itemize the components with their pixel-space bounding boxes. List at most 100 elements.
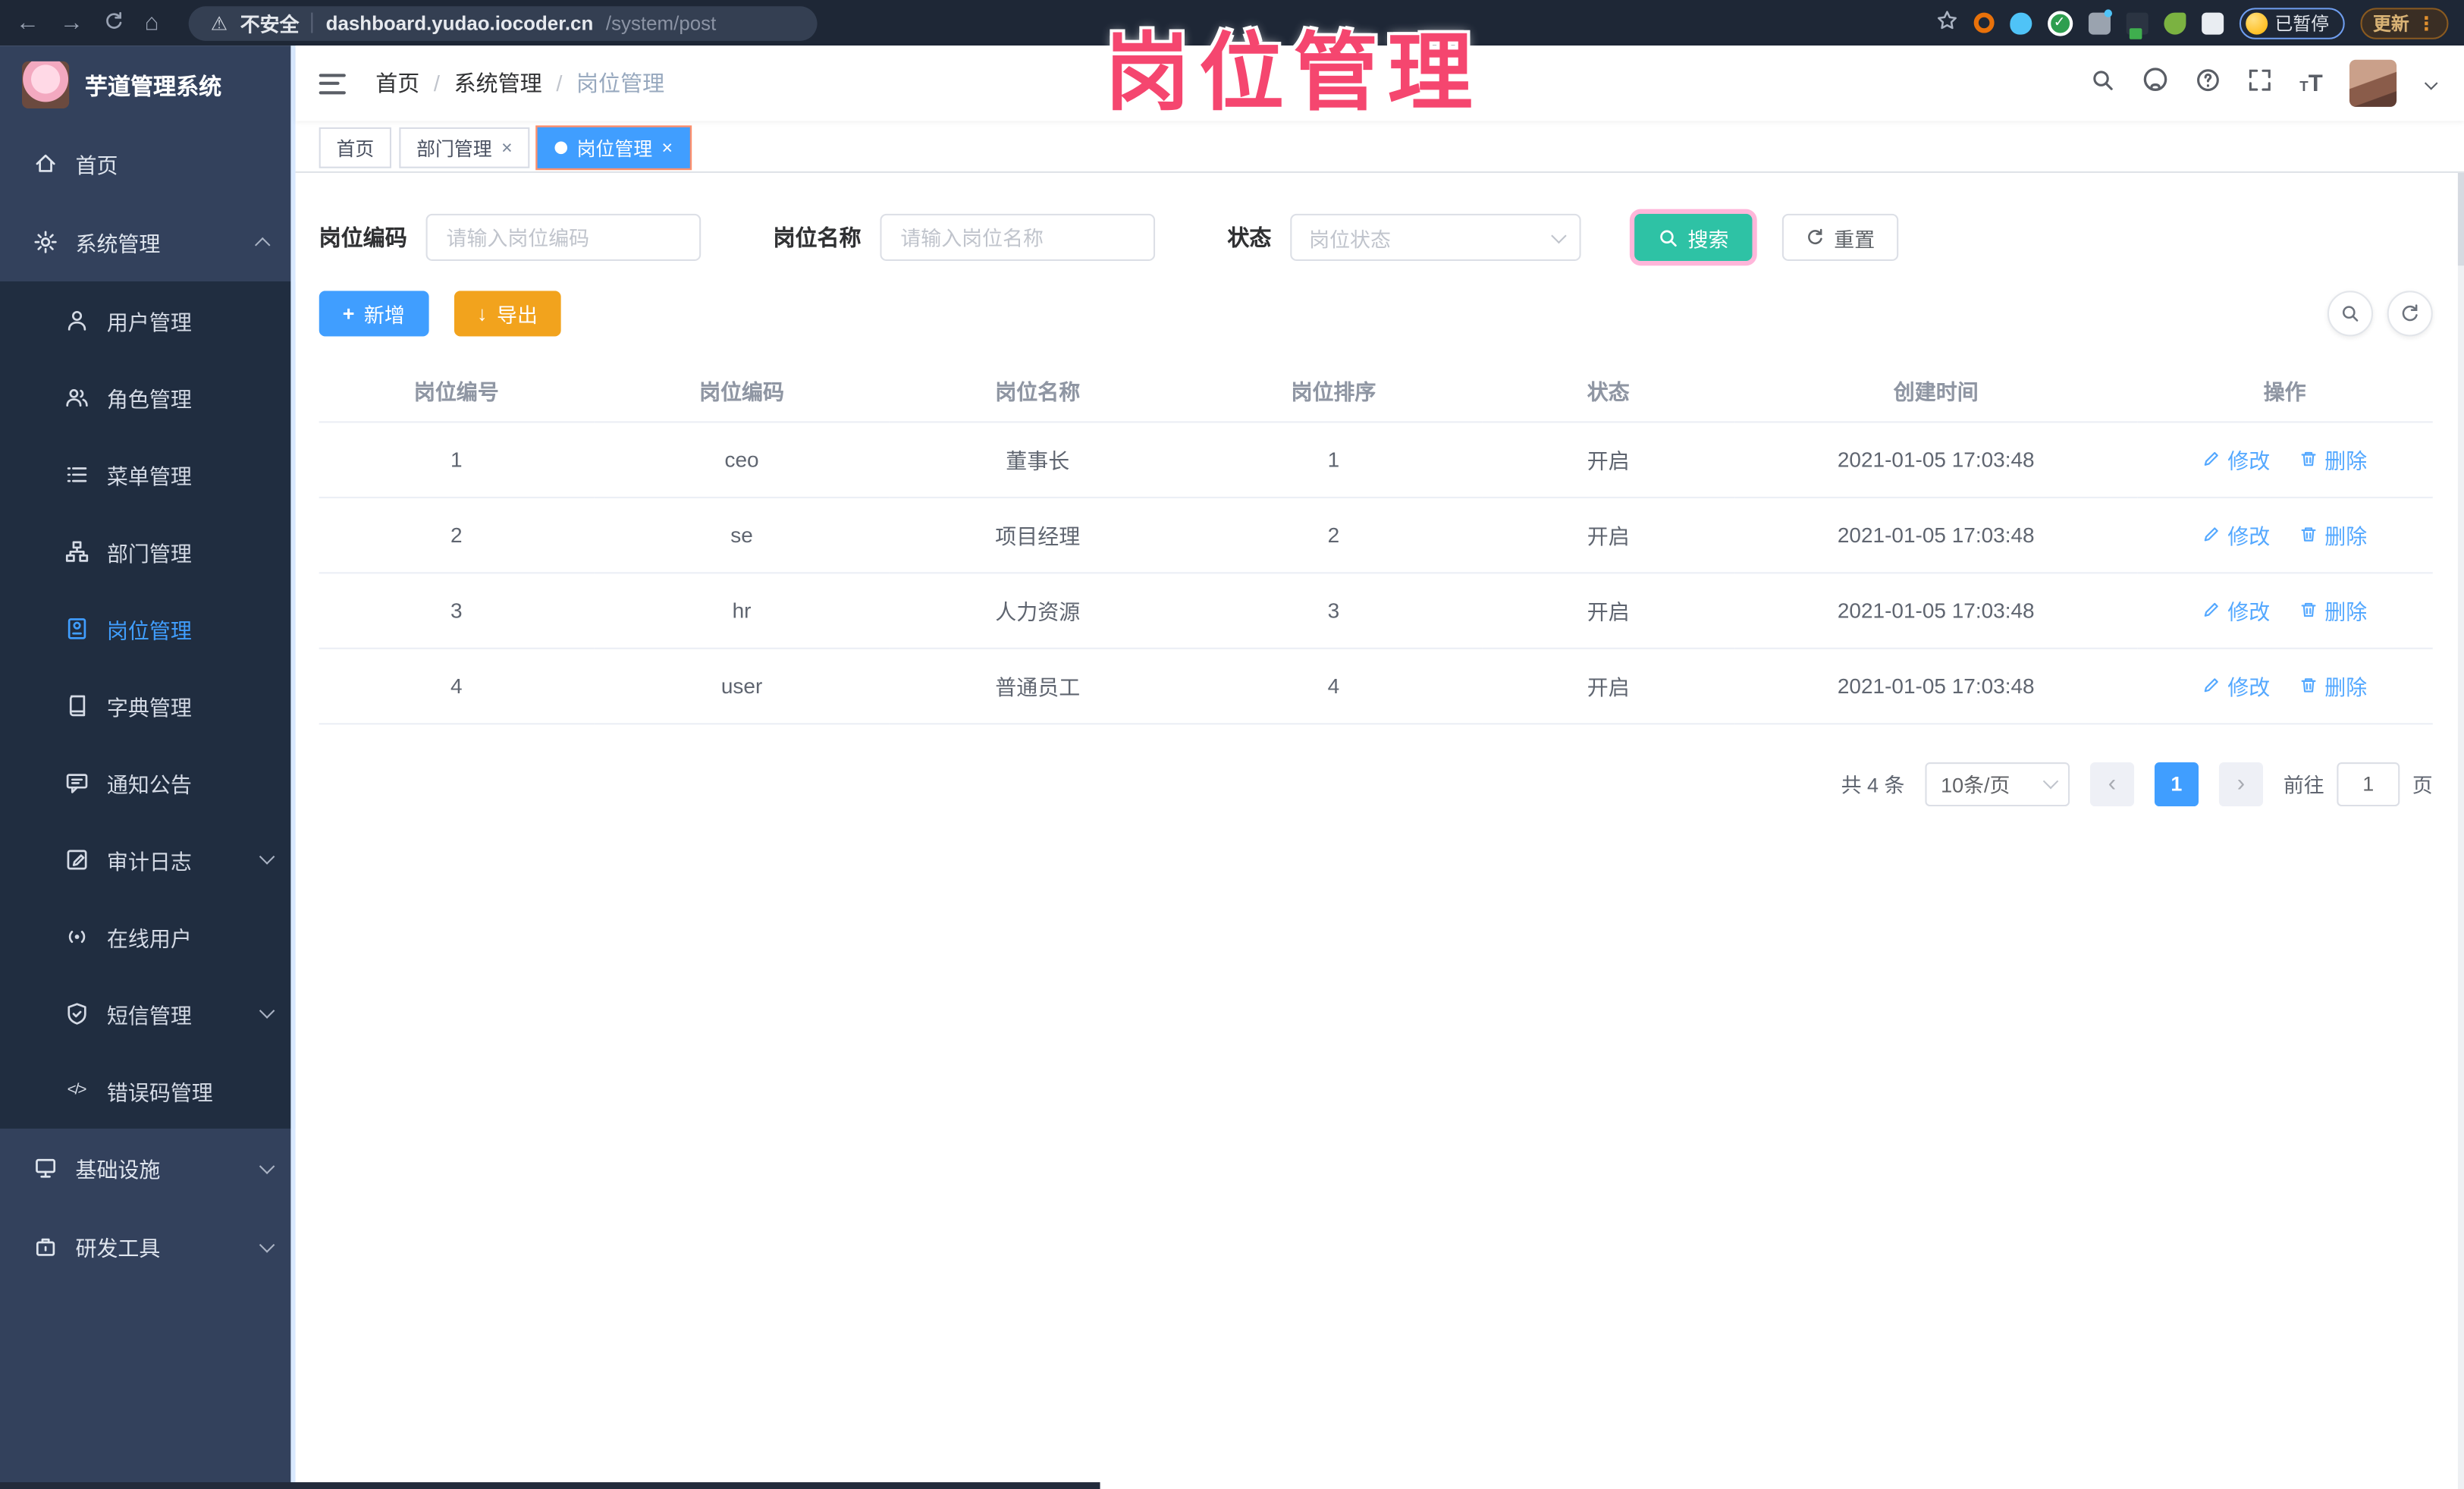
edit-link[interactable]: 修改 <box>2202 594 2270 625</box>
refresh-button[interactable] <box>2387 291 2433 337</box>
next-page-button[interactable]: › <box>2218 761 2263 806</box>
tab-posts[interactable]: 岗位管理 × <box>537 127 690 168</box>
browser-home-icon[interactable]: ⌂ <box>145 11 159 35</box>
extension-paused-badge[interactable]: 已暂停 <box>2238 7 2345 39</box>
page-unit-label: 页 <box>2412 773 2433 797</box>
cell-name: 人力资源 <box>890 572 1186 649</box>
filter-form: 岗位编码 岗位名称 状态 岗位状态 搜索 <box>319 213 2433 261</box>
chevron-down-icon <box>259 1236 275 1252</box>
page-scrollbar[interactable] <box>2457 46 2464 1489</box>
address-bar[interactable]: ⚠ 不安全 dashboard.yudao.iocoder.cn/system/… <box>188 5 818 40</box>
sidebar-toggle-icon[interactable] <box>319 73 346 94</box>
table-toolbar: + 新增 ↓ 导出 <box>319 291 2433 337</box>
app-logo-image <box>22 61 70 108</box>
help-icon[interactable] <box>2196 67 2221 100</box>
browser-menu-icon[interactable]: ⋮ <box>2417 12 2436 34</box>
sidebar-item-system[interactable]: 系统管理 <box>0 203 296 281</box>
export-button[interactable]: ↓ 导出 <box>454 291 562 337</box>
sidebar-item-label: 基础设施 <box>75 1158 161 1183</box>
browser-reload-icon[interactable] <box>104 10 124 35</box>
page-size-select[interactable]: 10条/页 <box>1925 761 2070 806</box>
sidebar-item-posts[interactable]: 岗位管理 <box>0 589 296 667</box>
extension-orange-icon[interactable] <box>1973 12 1994 33</box>
tab-close-icon[interactable]: × <box>662 137 673 159</box>
sidebar-item-devtools[interactable]: 研发工具 <box>0 1207 296 1286</box>
delete-link[interactable]: 删除 <box>2299 443 2367 474</box>
breadcrumb: 首页 / 系统管理 / 岗位管理 <box>375 68 664 99</box>
post-name-input[interactable] <box>880 213 1156 261</box>
sms-shield-icon <box>63 1001 89 1026</box>
goto-page-input[interactable] <box>2337 761 2400 806</box>
reset-button-label: 重置 <box>1834 227 1875 251</box>
infrastructure-icon <box>31 1155 58 1180</box>
toggle-search-button[interactable] <box>2327 291 2374 337</box>
sidebar-item-label: 系统管理 <box>75 232 161 256</box>
sidebar-item-home[interactable]: 首页 <box>0 124 296 203</box>
extension-blue-drop-icon[interactable] <box>2009 11 2032 34</box>
browser-update-button[interactable]: 更新 ⋮ <box>2360 7 2449 39</box>
extensions-puzzle-icon[interactable] <box>2201 11 2224 34</box>
prev-page-button[interactable]: ‹ <box>2089 761 2134 806</box>
delete-link[interactable]: 删除 <box>2299 594 2367 625</box>
search-button-label: 搜索 <box>1687 227 1729 251</box>
sidebar-item-departments[interactable]: 部门管理 <box>0 513 296 590</box>
sidebar-item-label: 错误码管理 <box>106 1080 213 1104</box>
search-icon[interactable] <box>2091 67 2116 100</box>
tab-bar: 首页 部门管理 × 岗位管理 × <box>295 121 2464 173</box>
browser-back-icon[interactable]: ← <box>16 11 39 35</box>
sidebar-item-users[interactable]: 用户管理 <box>0 281 296 359</box>
breadcrumb-current: 岗位管理 <box>576 71 665 96</box>
browser-forward-icon[interactable]: → <box>60 11 83 35</box>
sidebar-item-label: 岗位管理 <box>106 618 192 642</box>
sidebar-item-menus[interactable]: 菜单管理 <box>0 435 296 513</box>
extension-dark-green-icon[interactable] <box>2125 11 2148 39</box>
tab-departments[interactable]: 部门管理 × <box>399 127 530 168</box>
sidebar-item-notice[interactable]: 通知公告 <box>0 743 296 821</box>
add-button[interactable]: + 新增 <box>319 291 428 337</box>
reset-button[interactable]: 重置 <box>1781 213 1899 261</box>
table-row: 1 ceo 董事长 1 开启 2021-01-05 17:03:48 修改 删除 <box>319 421 2433 498</box>
fullscreen-icon[interactable] <box>2248 67 2273 100</box>
online-users-icon <box>63 923 89 948</box>
user-avatar[interactable] <box>2349 59 2397 107</box>
edit-link[interactable]: 修改 <box>2202 519 2270 550</box>
cell-sort: 2 <box>1185 496 1482 573</box>
extension-gray-icon[interactable] <box>2087 8 2112 34</box>
sidebar-item-infra[interactable]: 基础设施 <box>0 1129 296 1208</box>
sidebar-logo[interactable]: 芋道管理系统 <box>0 46 296 124</box>
cell-created: 2021-01-05 17:03:48 <box>1734 496 2137 573</box>
post-name-label: 岗位名称 <box>773 225 862 250</box>
sidebar-item-sms[interactable]: 短信管理 <box>0 975 296 1052</box>
font-size-icon[interactable]: TT <box>2299 70 2322 96</box>
sidebar-item-error-codes[interactable]: </> 错误码管理 <box>0 1051 296 1129</box>
extension-leaf-icon[interactable] <box>2163 11 2186 34</box>
search-button[interactable]: 搜索 <box>1634 213 1753 261</box>
col-post-name: 岗位名称 <box>890 358 1186 423</box>
browser-toolbar: ← → ⌂ ⚠ 不安全 dashboard.yudao.iocoder.cn/s… <box>0 0 2464 46</box>
status-select[interactable]: 岗位状态 <box>1290 213 1581 261</box>
sidebar-item-dict[interactable]: 字典管理 <box>0 667 296 744</box>
sidebar-item-roles[interactable]: 角色管理 <box>0 358 296 435</box>
github-icon[interactable] <box>2142 66 2169 101</box>
paused-label: 已暂停 <box>2274 14 2330 34</box>
status-select-placeholder: 岗位状态 <box>1309 227 1391 251</box>
page-number-button[interactable]: 1 <box>2154 761 2199 806</box>
browser-right-controls: ✓ 已暂停 更新 ⋮ <box>1935 7 2449 39</box>
edit-link[interactable]: 修改 <box>2202 443 2270 474</box>
edit-link[interactable]: 修改 <box>2202 670 2270 701</box>
app-frame: 芋道管理系统 首页 系统管理 用户管理 角色管理 菜单管理 部门管理 岗位管理 … <box>0 46 2464 1489</box>
breadcrumb-system[interactable]: 系统管理 <box>454 68 542 99</box>
delete-link[interactable]: 删除 <box>2299 519 2367 550</box>
tab-close-icon[interactable]: × <box>501 137 513 159</box>
sidebar-item-audit-log[interactable]: 审计日志 <box>0 821 296 898</box>
sidebar-item-online-users[interactable]: 在线用户 <box>0 897 296 975</box>
main-area: 首页 / 系统管理 / 岗位管理 TT 首页 部门管理 × 岗位管理 × 岗位编… <box>295 46 2464 1489</box>
extension-green-check-icon[interactable]: ✓ <box>2047 10 2073 36</box>
bookmark-star-icon[interactable] <box>1935 9 1957 36</box>
tab-home[interactable]: 首页 <box>319 127 392 168</box>
post-code-input[interactable] <box>425 213 702 261</box>
breadcrumb-home[interactable]: 首页 <box>375 68 419 99</box>
avatar-caret-icon[interactable] <box>2424 77 2438 90</box>
announcement-icon <box>63 769 89 794</box>
delete-link[interactable]: 删除 <box>2299 670 2367 701</box>
